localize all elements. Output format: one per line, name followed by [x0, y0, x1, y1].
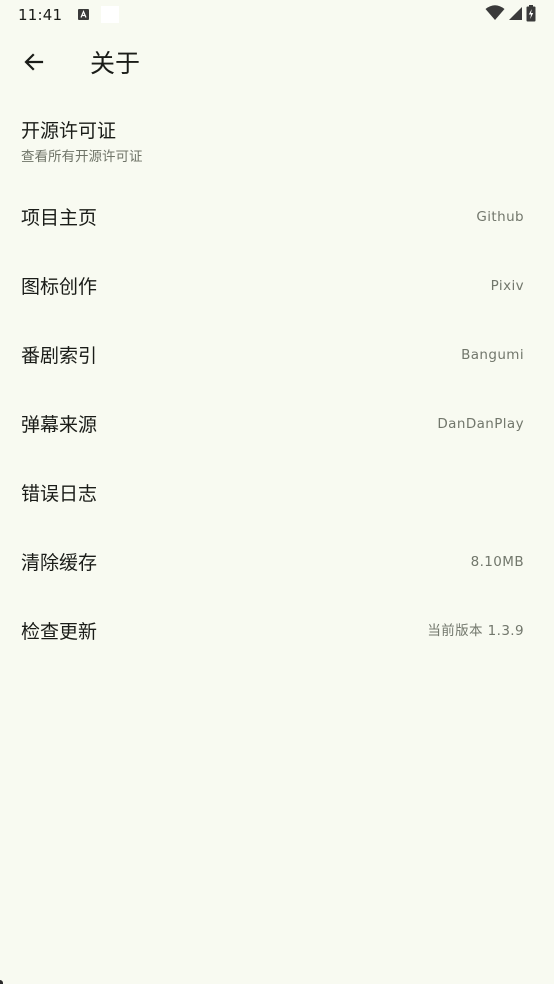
list-item-open-source-licenses[interactable]: 开源许可证 查看所有开源许可证 [0, 100, 554, 184]
list-item-value: DanDanPlay [437, 416, 524, 432]
battery-charging-icon [526, 4, 536, 26]
a-notification-icon [78, 9, 89, 20]
list-item-error-log[interactable]: 错误日志 [0, 460, 554, 529]
notification-placeholder-icon [101, 6, 119, 23]
screen-corner-mark [0, 980, 3, 984]
list-item-subtitle: 查看所有开源许可证 [21, 149, 143, 165]
list-item-value: Pixiv [490, 278, 524, 294]
top-app-bar: 关于 [0, 36, 554, 92]
list-item-title: 清除缓存 [21, 552, 98, 574]
list-item-title: 检查更新 [21, 621, 98, 643]
signal-icon [508, 6, 523, 25]
list-item-value: Github [476, 209, 524, 225]
list-item-value: 当前版本 1.3.9 [427, 623, 524, 639]
list-item-icon-credits[interactable]: 图标创作 Pixiv [0, 253, 554, 322]
list-item-value: Bangumi [461, 347, 524, 363]
list-item-danmaku-source[interactable]: 弹幕来源 DanDanPlay [0, 391, 554, 460]
arrow-left-icon [22, 50, 46, 78]
status-bar: 11:41 [0, 0, 554, 30]
wifi-icon [485, 5, 505, 25]
list-item-value: 8.10MB [470, 554, 524, 570]
list-item-clear-cache[interactable]: 清除缓存 8.10MB [0, 529, 554, 598]
list-item-check-update[interactable]: 检查更新 当前版本 1.3.9 [0, 598, 554, 667]
page-title: 关于 [90, 49, 141, 78]
settings-list: 开源许可证 查看所有开源许可证 项目主页 Github 图标创作 Pixiv 番… [0, 100, 554, 667]
back-button[interactable] [14, 44, 54, 84]
list-item-title: 错误日志 [21, 483, 98, 505]
list-item-title: 开源许可证 [21, 120, 117, 142]
list-item-anime-index[interactable]: 番剧索引 Bangumi [0, 322, 554, 391]
list-item-title: 项目主页 [21, 207, 98, 229]
status-icons [485, 4, 536, 26]
list-item-title: 弹幕来源 [21, 414, 98, 436]
list-item-title: 图标创作 [21, 276, 98, 298]
status-time: 11:41 [18, 6, 63, 24]
list-item-project-homepage[interactable]: 项目主页 Github [0, 184, 554, 253]
list-item-title: 番剧索引 [21, 345, 98, 367]
